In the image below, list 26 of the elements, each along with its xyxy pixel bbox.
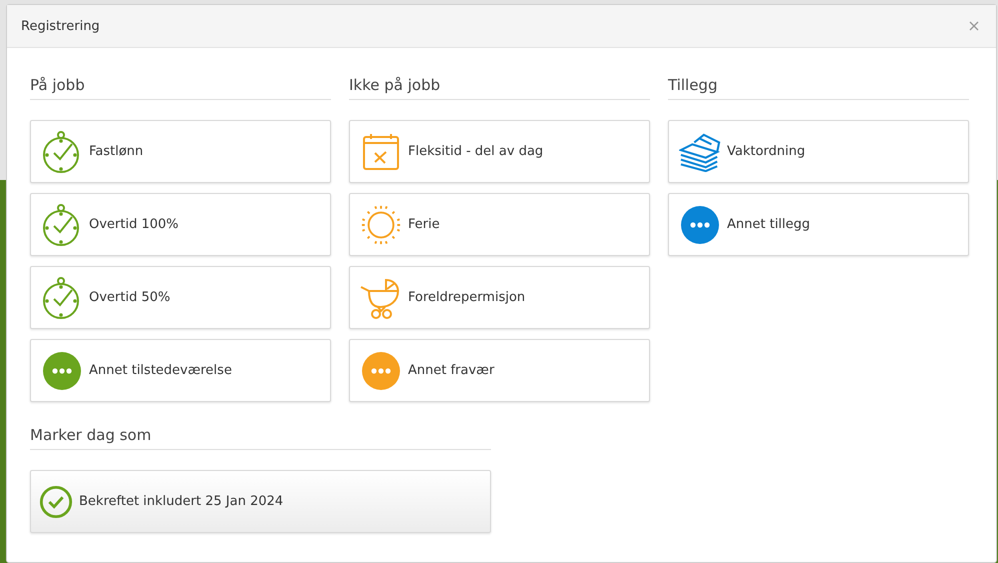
stopwatch-icon <box>42 202 82 246</box>
registration-type-button[interactable]: Fastlønn <box>30 120 331 183</box>
registration-type-button[interactable]: Foreldrepermisjon <box>349 266 650 329</box>
registration-type-button[interactable]: Fleksitid - del av dag <box>349 120 650 183</box>
stopwatch-icon <box>42 130 82 174</box>
section-heading: Tillegg <box>668 76 969 100</box>
more-icon <box>680 204 720 244</box>
section-heading: På jobb <box>30 76 331 100</box>
registration-type-button[interactable]: Annet tilstedeværelse <box>30 339 331 402</box>
registration-type-button[interactable]: Annet tillegg <box>668 193 969 256</box>
section-heading: Marker dag som <box>30 426 491 450</box>
confirm-day-button[interactable]: Bekreftet inkludert 25 Jan 2024 <box>30 470 491 533</box>
money-stack-icon <box>679 132 721 172</box>
more-icon <box>361 350 401 390</box>
more-icon <box>42 350 82 390</box>
registration-type-button[interactable]: Overtid 100% <box>30 193 331 256</box>
stopwatch-icon <box>42 276 82 320</box>
check-circle-icon <box>39 484 73 518</box>
registration-type-button[interactable]: Vaktordning <box>668 120 969 183</box>
registration-type-button[interactable]: Annet fravær <box>349 339 650 402</box>
registration-type-button[interactable]: Overtid 50% <box>30 266 331 329</box>
section-heading: Ikke på jobb <box>349 76 650 100</box>
stroller-icon <box>360 276 402 318</box>
calendar-icon <box>361 132 401 172</box>
dialog-title: Registrering <box>21 18 100 34</box>
registration-type-button[interactable]: Ferie <box>349 193 650 256</box>
